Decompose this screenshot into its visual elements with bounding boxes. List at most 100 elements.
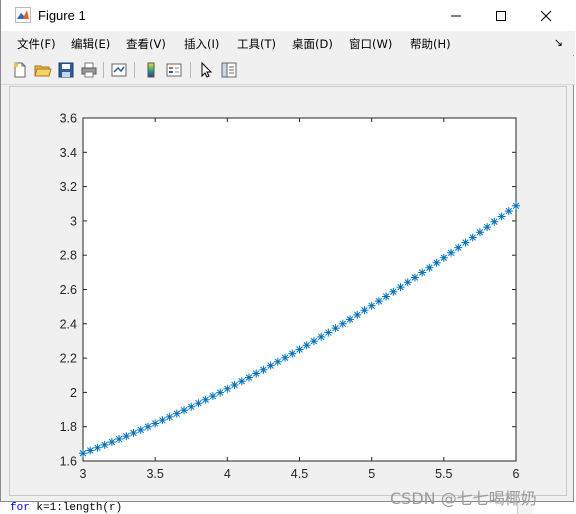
data-point-star [143, 422, 152, 431]
pointer-icon[interactable] [197, 61, 215, 79]
data-point-star [360, 306, 369, 315]
colorbar-icon[interactable] [142, 61, 160, 79]
data-point-star [483, 223, 492, 232]
maximize-button[interactable] [478, 0, 524, 31]
plot-svg[interactable]: 3 3.5 4 4.5 5 5.5 6 1.6 1.8 2 2.2 2.4 2.6 2.8 3 3.2 3.4 3… [10, 87, 566, 495]
x-tick-label: 4.5 [291, 467, 308, 481]
data-point-star [302, 341, 311, 350]
menu-insert[interactable]: 插入(I) [184, 36, 219, 52]
figure-window: Figure 1 文件(F) 编辑(E) 查看(V) 插入(I) 工具(T) 桌… [0, 0, 575, 502]
link-plot-icon[interactable] [110, 61, 128, 79]
open-file-icon[interactable] [34, 61, 52, 79]
data-point-star [295, 345, 304, 354]
data-point-star [475, 228, 484, 237]
y-tick-label: 1.6 [60, 455, 77, 469]
data-point-star [353, 310, 362, 319]
data-point-star [165, 412, 174, 421]
toolbar-separator [103, 62, 104, 78]
data-point-star [79, 449, 87, 458]
data-point-star [107, 437, 116, 446]
data-point-star [461, 238, 470, 247]
data-point-star [324, 328, 333, 337]
dock-arrow-icon[interactable]: ↘ [554, 36, 563, 49]
data-point-star [439, 253, 448, 262]
menu-view[interactable]: 查看(V) [126, 36, 166, 52]
data-point-star [317, 332, 326, 341]
data-point-star [216, 388, 225, 397]
y-tick-label: 3 [70, 214, 77, 228]
maximize-icon [496, 10, 506, 21]
menu-bar: 文件(F) 编辑(E) 查看(V) 插入(I) 工具(T) 桌面(D) 窗口(W… [1, 31, 575, 55]
x-tick-label: 3 [80, 467, 87, 481]
data-point-star [432, 258, 441, 267]
data-point-star [180, 406, 189, 415]
data-point-star [194, 399, 203, 408]
data-point-star [208, 392, 217, 401]
data-point-star [367, 301, 376, 310]
data-point-star [512, 201, 520, 210]
figure-canvas: 3 3.5 4 4.5 5 5.5 6 1.6 1.8 2 2.2 2.4 2.6 2.8 3 3.2 3.4 3… [9, 86, 567, 496]
title-bar[interactable]: Figure 1 [1, 0, 575, 31]
menu-tools[interactable]: 工具(T) [237, 36, 276, 52]
data-point-star [86, 446, 95, 455]
axes-background [82, 117, 517, 462]
data-point-star [252, 369, 261, 378]
legend-icon[interactable] [165, 61, 183, 79]
y-tick-label: 2.2 [60, 352, 77, 366]
new-figure-icon[interactable] [11, 61, 29, 79]
minimize-button[interactable] [433, 0, 479, 31]
y-tick-label: 3.2 [60, 180, 77, 194]
menu-help[interactable]: 帮助(H) [410, 36, 451, 52]
data-point-star [136, 425, 145, 434]
code-editor-line: for k=1:length(r) [10, 502, 122, 514]
menu-desktop[interactable]: 桌面(D) [292, 36, 333, 52]
menu-file[interactable]: 文件(F) [17, 36, 56, 52]
data-point-star [331, 324, 340, 333]
data-point-star [382, 292, 391, 301]
data-point-star [237, 377, 246, 386]
code-text: k=1:length(r) [29, 502, 123, 514]
data-point-star [454, 243, 463, 252]
menu-edit[interactable]: 编辑(E) [71, 36, 110, 52]
toolbar-separator [190, 62, 191, 78]
y-tick-label: 1.8 [60, 420, 77, 434]
data-point-star [468, 233, 477, 242]
data-point-star [403, 278, 412, 287]
property-editor-icon[interactable] [220, 61, 238, 79]
close-button[interactable] [523, 0, 569, 31]
data-point-star [244, 373, 253, 382]
data-point-star [418, 268, 427, 277]
data-point-star [100, 440, 109, 449]
window-title: Figure 1 [38, 8, 86, 23]
menu-window[interactable]: 窗口(W) [349, 36, 392, 52]
data-point-star [447, 248, 456, 257]
y-tick-label: 3.4 [60, 146, 77, 160]
data-point-star [497, 212, 506, 221]
figure-toolbar [1, 56, 575, 85]
data-point-star [259, 365, 268, 374]
data-point-star [490, 217, 499, 226]
data-point-star [266, 361, 275, 370]
data-point-star [129, 429, 138, 438]
y-tick-label: 2.4 [60, 317, 77, 331]
y-tick-label: 3.6 [60, 112, 77, 126]
close-icon [540, 10, 552, 21]
data-point-star [281, 353, 290, 362]
code-keyword: for [10, 502, 30, 514]
data-point-star [425, 263, 434, 272]
data-point-star [187, 402, 196, 411]
save-icon[interactable] [57, 61, 75, 79]
data-point-star [346, 315, 355, 324]
data-point-star [230, 381, 239, 390]
print-icon[interactable] [80, 61, 98, 79]
data-point-star [172, 409, 181, 418]
y-tick-label: 2 [70, 386, 77, 400]
data-point-star [93, 443, 102, 452]
x-tick-label: 4 [224, 467, 231, 481]
y-tick-label: 2.8 [60, 249, 77, 263]
x-tick-label: 6 [513, 467, 520, 481]
minimize-icon [451, 15, 461, 16]
data-point-star [158, 416, 167, 425]
data-point-star [115, 435, 124, 444]
data-point-star [273, 357, 282, 366]
